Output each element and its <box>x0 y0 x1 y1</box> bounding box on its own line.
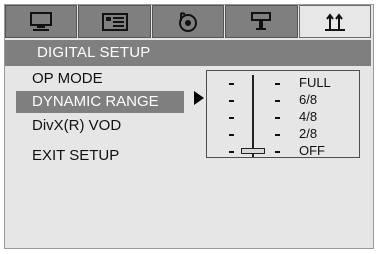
tab-speaker-setup[interactable] <box>225 5 298 38</box>
dynamic-range-panel: FULL 6/8 4/8 2/8 OFF <box>206 70 360 158</box>
audio-disc-icon <box>179 11 198 32</box>
range-option-6-8[interactable]: 6/8 <box>299 92 317 107</box>
menu-item-dynamic-range[interactable]: DYNAMIC RANGE <box>16 91 184 113</box>
range-option-2-8[interactable]: 2/8 <box>299 126 317 141</box>
tab-general-setup[interactable] <box>5 5 78 38</box>
scale-mark-left <box>229 100 234 102</box>
range-slider-track[interactable] <box>252 75 254 157</box>
scale-mark-right <box>275 83 280 85</box>
scale-mark-right <box>275 134 280 136</box>
menu-item-op-mode[interactable]: OP MODE <box>16 68 184 90</box>
tab-audio-setup[interactable] <box>151 5 225 38</box>
tab-preference[interactable] <box>78 5 151 38</box>
header-bar: DIGITAL SETUP <box>5 40 371 66</box>
menu-item-divx-vod[interactable]: DivX(R) VOD <box>16 115 184 137</box>
settings-card-icon <box>101 12 128 31</box>
scale-mark-right <box>275 100 280 102</box>
range-option-off[interactable]: OFF <box>299 143 325 158</box>
menu-item-exit-setup[interactable]: EXIT SETUP <box>16 145 184 167</box>
selection-arrow-icon <box>194 91 204 105</box>
scale-mark-right <box>275 117 280 119</box>
speaker-icon <box>251 11 272 30</box>
scale-mark-right <box>275 151 280 153</box>
scale-mark-left <box>229 117 234 119</box>
scale-mark-left <box>229 134 234 136</box>
digital-setup-icon <box>324 12 345 31</box>
page-title: DIGITAL SETUP <box>37 44 151 61</box>
range-option-full[interactable]: FULL <box>299 75 331 90</box>
monitor-icon <box>30 11 53 31</box>
tab-bar <box>5 5 372 40</box>
range-option-4-8[interactable]: 4/8 <box>299 109 317 124</box>
tab-digital-setup[interactable] <box>298 5 372 38</box>
range-slider-handle[interactable] <box>241 148 265 154</box>
scale-mark-left <box>229 83 234 85</box>
scale-mark-left <box>229 151 234 153</box>
